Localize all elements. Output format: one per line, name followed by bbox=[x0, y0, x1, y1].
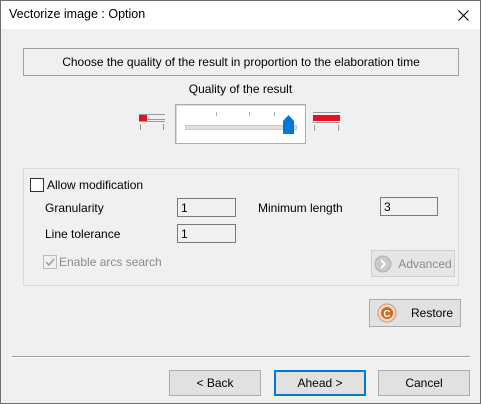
enable-arcs-label: Enable arcs search bbox=[59, 255, 162, 269]
slider-tick bbox=[216, 112, 217, 116]
line-tolerance-label: Line tolerance bbox=[45, 227, 121, 241]
close-button[interactable] bbox=[446, 1, 480, 29]
minimum-length-label: Minimum length bbox=[258, 201, 343, 215]
high-quality-icon bbox=[313, 108, 341, 136]
slider-tick bbox=[249, 112, 250, 116]
window-title: Vectorize image : Option bbox=[9, 7, 146, 21]
chevron-right-icon bbox=[374, 255, 392, 272]
title-bar: Vectorize image : Option bbox=[1, 1, 480, 29]
slider-track bbox=[185, 125, 297, 130]
slider-thumb[interactable] bbox=[283, 115, 294, 134]
restore-label: Restore bbox=[410, 306, 454, 320]
description-text: Choose the quality of the result in prop… bbox=[62, 55, 420, 69]
minimum-length-field[interactable]: 3 bbox=[380, 197, 438, 216]
granularity-label: Granularity bbox=[45, 201, 104, 215]
allow-modification-checkbox[interactable] bbox=[30, 178, 44, 192]
quality-label: Quality of the result bbox=[188, 82, 293, 96]
restore-button[interactable]: C Restore bbox=[369, 299, 461, 327]
restore-icon: C bbox=[377, 303, 397, 323]
ahead-button[interactable]: Ahead > bbox=[274, 370, 366, 396]
slider-tick bbox=[274, 112, 275, 116]
low-quality-icon bbox=[139, 108, 167, 136]
advanced-button[interactable]: Advanced bbox=[371, 250, 455, 277]
cancel-button[interactable]: Cancel bbox=[378, 370, 470, 396]
separator-highlight bbox=[12, 357, 470, 358]
checkmark-icon bbox=[45, 258, 55, 267]
allow-modification-label: Allow modification bbox=[47, 178, 144, 192]
granularity-field[interactable]: 1 bbox=[177, 198, 236, 217]
svg-text:C: C bbox=[383, 309, 390, 320]
back-button[interactable]: < Back bbox=[169, 370, 261, 396]
quality-slider[interactable] bbox=[175, 104, 306, 144]
line-tolerance-field[interactable]: 1 bbox=[177, 224, 236, 243]
close-icon bbox=[457, 9, 469, 21]
enable-arcs-checkbox[interactable] bbox=[43, 255, 57, 269]
description-banner: Choose the quality of the result in prop… bbox=[23, 48, 459, 76]
advanced-label: Advanced bbox=[398, 256, 452, 271]
